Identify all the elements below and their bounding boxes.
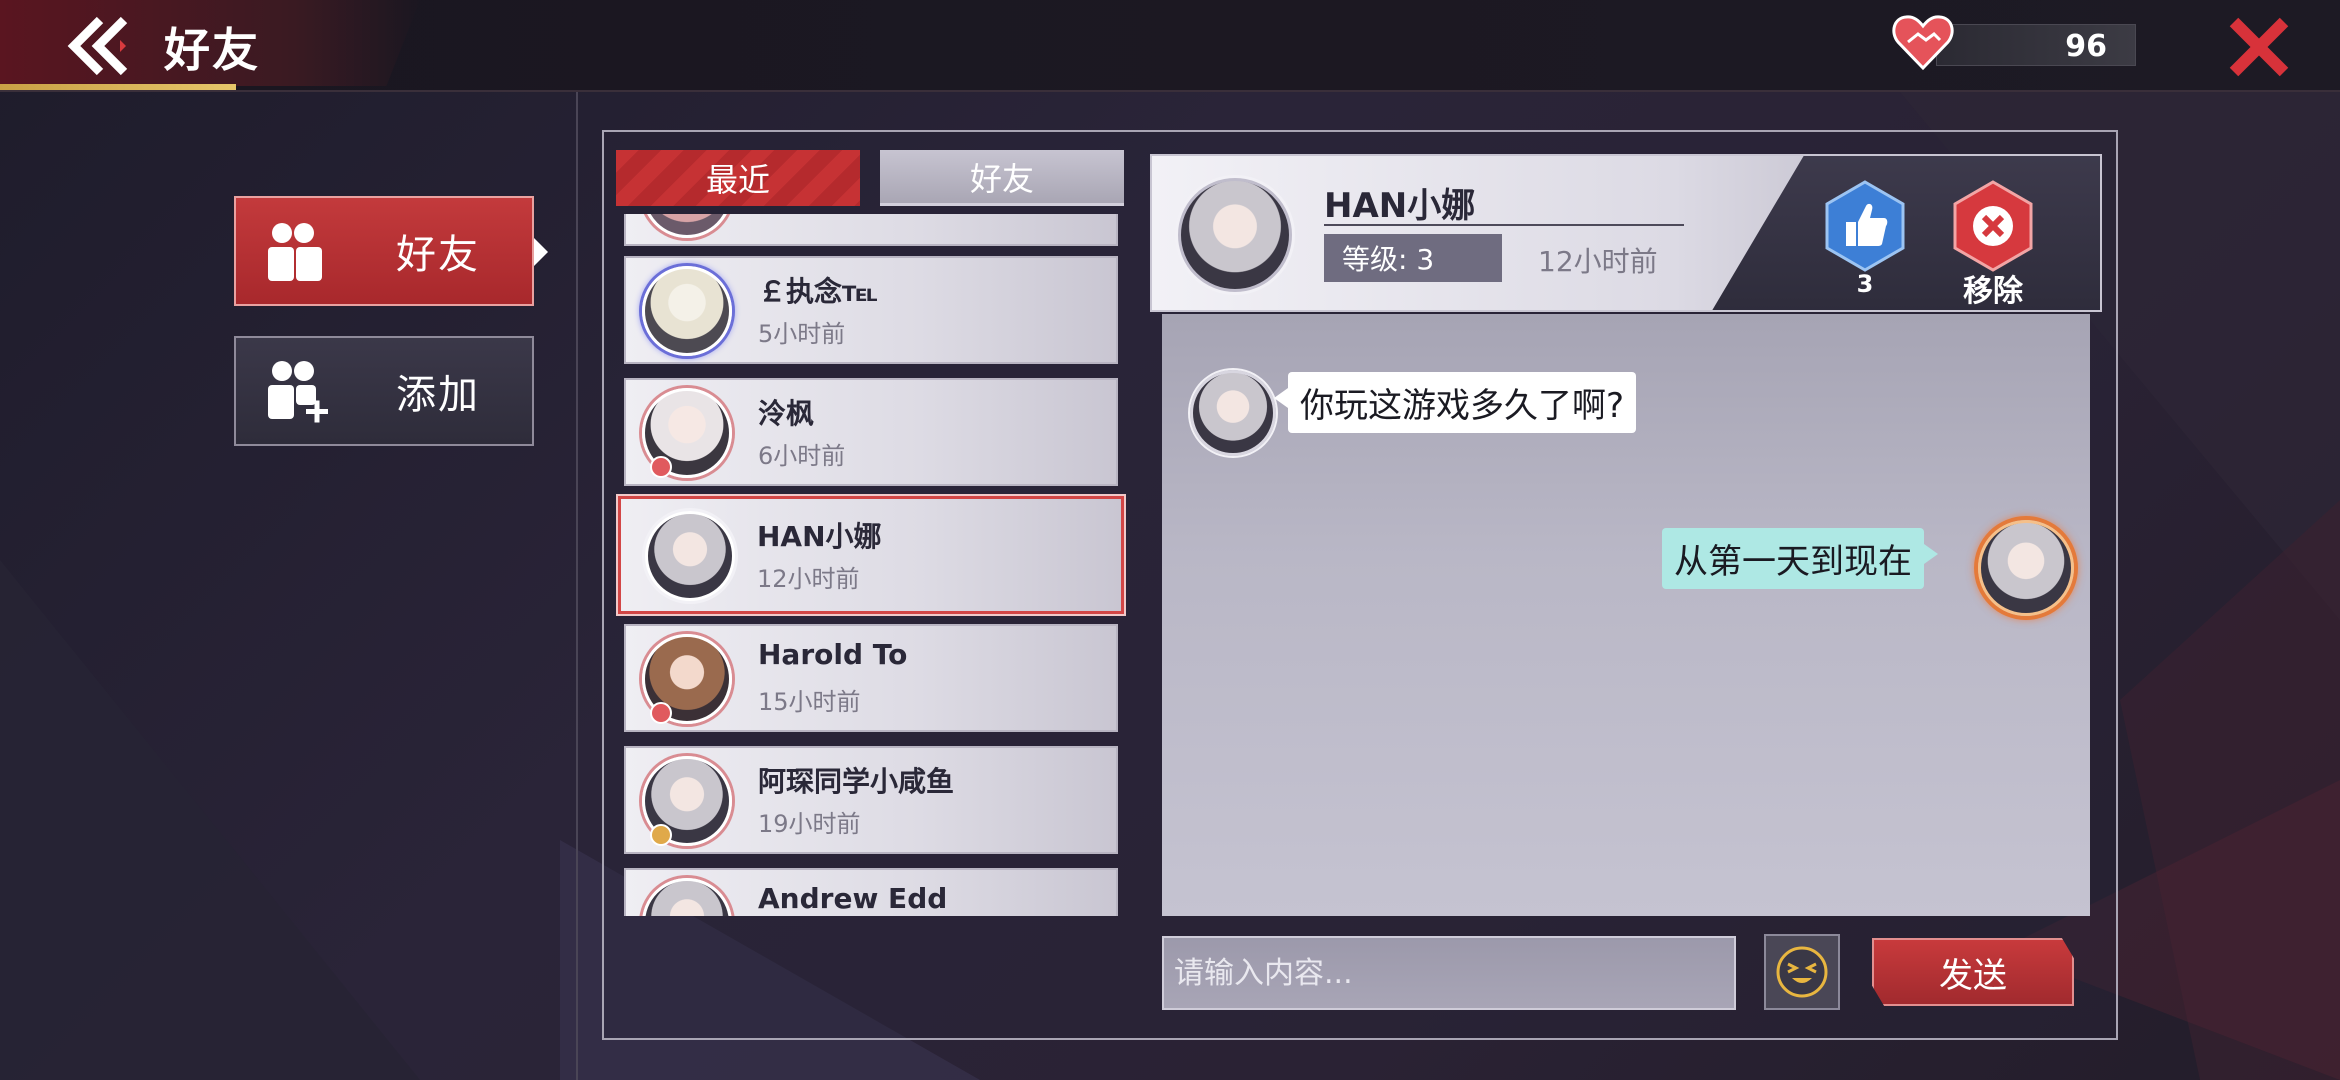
friend-avatar [642, 214, 732, 238]
message-bubble-left: 你玩这游戏多久了啊? [1273, 372, 1637, 433]
send-button[interactable]: 发送 [1872, 938, 2074, 1006]
friend-name: Harold To [758, 638, 908, 671]
back-chevrons-icon [67, 16, 128, 76]
nav-add-label: 添加 [396, 372, 480, 418]
back-button[interactable] [58, 12, 138, 80]
chat-avatar[interactable] [1178, 178, 1292, 292]
friend-name: 泠枫 [758, 397, 815, 430]
heart-handshake-icon [1892, 15, 1954, 71]
friend-name: ￡执念℡ [758, 275, 878, 308]
friend-time: 12小时前 [757, 565, 860, 593]
friend-avatar [642, 878, 732, 916]
friend-name: Andrew Edd [758, 882, 948, 915]
chat-messages[interactable]: 你玩这游戏多久了啊? 从第一天到现在 [1162, 314, 2090, 916]
chat-friend-name: HAN小娜 [1324, 186, 1476, 226]
title-underline [0, 84, 236, 90]
like-count: 3 [1856, 270, 1874, 298]
friend-list-item[interactable] [624, 214, 1118, 246]
page-title: 好友 [164, 23, 260, 77]
friend-list-item[interactable]: Andrew Edd [624, 868, 1118, 916]
avatar-badge [650, 702, 672, 724]
emoji-button[interactable] [1764, 934, 1840, 1010]
friend-name: 阿琛同学小咸鱼 [758, 765, 955, 798]
list-tabs: 最近 好友 [616, 150, 1124, 206]
top-bar: 好友 96 [0, 0, 2340, 92]
heart-value: 96 [2065, 29, 2107, 64]
heart-counter: 96 [1890, 15, 2146, 71]
friend-avatar [642, 266, 732, 356]
chat-panel: HAN小娜 等级: 3 12小时前 3 移除 你玩这游戏多久了啊? 从第一天到现… [1150, 154, 2102, 1024]
thumbs-up-icon[interactable] [1824, 180, 1906, 272]
close-button[interactable] [2226, 14, 2292, 80]
message-avatar-friend [1190, 370, 1276, 456]
message-avatar-self [1978, 520, 2074, 616]
friend-list-item[interactable]: ￡执念℡ 5小时前 [624, 256, 1118, 364]
tab-recent[interactable]: 最近 [616, 150, 860, 206]
message-input[interactable] [1162, 936, 1736, 1010]
nav-friends-button[interactable]: 好友 [234, 196, 548, 306]
add-friend-icon [268, 361, 328, 423]
friend-list-item[interactable]: 阿琛同学小咸鱼 19小时前 [624, 746, 1118, 854]
message-bubble-right: 从第一天到现在 [1662, 528, 1938, 589]
friend-list-item-selected[interactable]: HAN小娜 12小时前 [616, 494, 1126, 616]
friend-time: 19小时前 [758, 810, 861, 838]
nav-add-button[interactable]: 添加 [234, 336, 534, 446]
friend-list-item[interactable]: Harold To 15小时前 [624, 624, 1118, 732]
nav-active-arrow [534, 238, 548, 266]
close-icon [2229, 17, 2289, 77]
heart-bar: 96 [1936, 24, 2136, 66]
friends-icon [268, 223, 322, 281]
avatar-badge [650, 456, 672, 478]
friend-list[interactable]: ￡执念℡ 5小时前 泠枫 6小时前 HAN小娜 12小时前 Harold To … [616, 214, 1128, 916]
friend-avatar [645, 511, 735, 601]
avatar-badge [650, 824, 672, 846]
tab-friends[interactable]: 好友 [880, 150, 1124, 206]
level-badge: 等级: 3 [1324, 234, 1502, 282]
friend-list-item[interactable]: 泠枫 6小时前 [624, 378, 1118, 486]
friend-time: 6小时前 [758, 442, 846, 470]
remove-x-icon[interactable] [1952, 180, 2034, 272]
friend-name: HAN小娜 [757, 520, 882, 553]
chat-header: HAN小娜 等级: 3 12小时前 3 移除 [1150, 154, 2102, 312]
nav-friends-label: 好友 [396, 232, 480, 278]
last-seen: 12小时前 [1538, 245, 1658, 278]
friend-time: 15小时前 [758, 688, 861, 716]
remove-label: 移除 [1963, 274, 2023, 309]
header-divider [1324, 224, 1684, 226]
emoji-icon [1776, 946, 1828, 998]
friend-time: 5小时前 [758, 320, 846, 348]
